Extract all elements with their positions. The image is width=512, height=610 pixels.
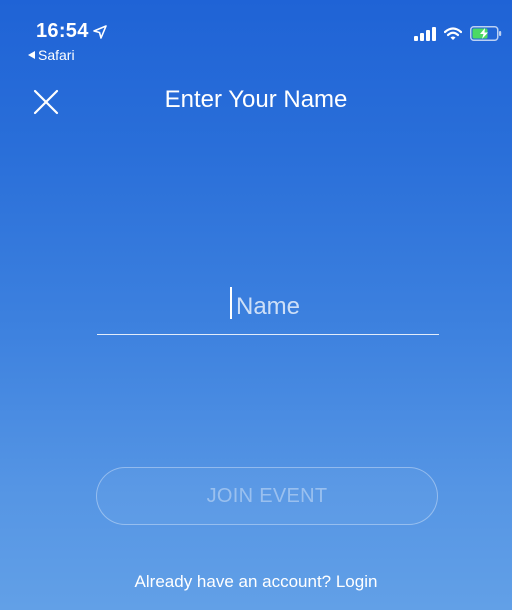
login-link[interactable]: Already have an account? Login (0, 572, 512, 592)
text-cursor (230, 287, 232, 319)
join-event-button[interactable]: JOIN EVENT (96, 467, 438, 525)
back-app-label: Safari (38, 47, 75, 63)
app-screen: 16:54 Safari Enter Your Name Name JOIN E… (0, 0, 512, 610)
name-field[interactable] (97, 280, 439, 335)
name-input[interactable] (97, 280, 439, 334)
battery-charging-icon (470, 26, 502, 41)
status-bar: 16:54 Safari (0, 0, 512, 70)
back-to-app-link[interactable]: Safari (28, 47, 75, 63)
location-arrow-icon (92, 24, 107, 39)
status-indicators (414, 26, 502, 41)
status-time: 16:54 (36, 20, 89, 42)
back-arrow-icon (28, 51, 35, 59)
page-title: Enter Your Name (164, 86, 348, 113)
time-group: 16:54 (36, 20, 107, 43)
signal-bars-icon (414, 26, 436, 41)
wifi-icon (444, 26, 462, 40)
